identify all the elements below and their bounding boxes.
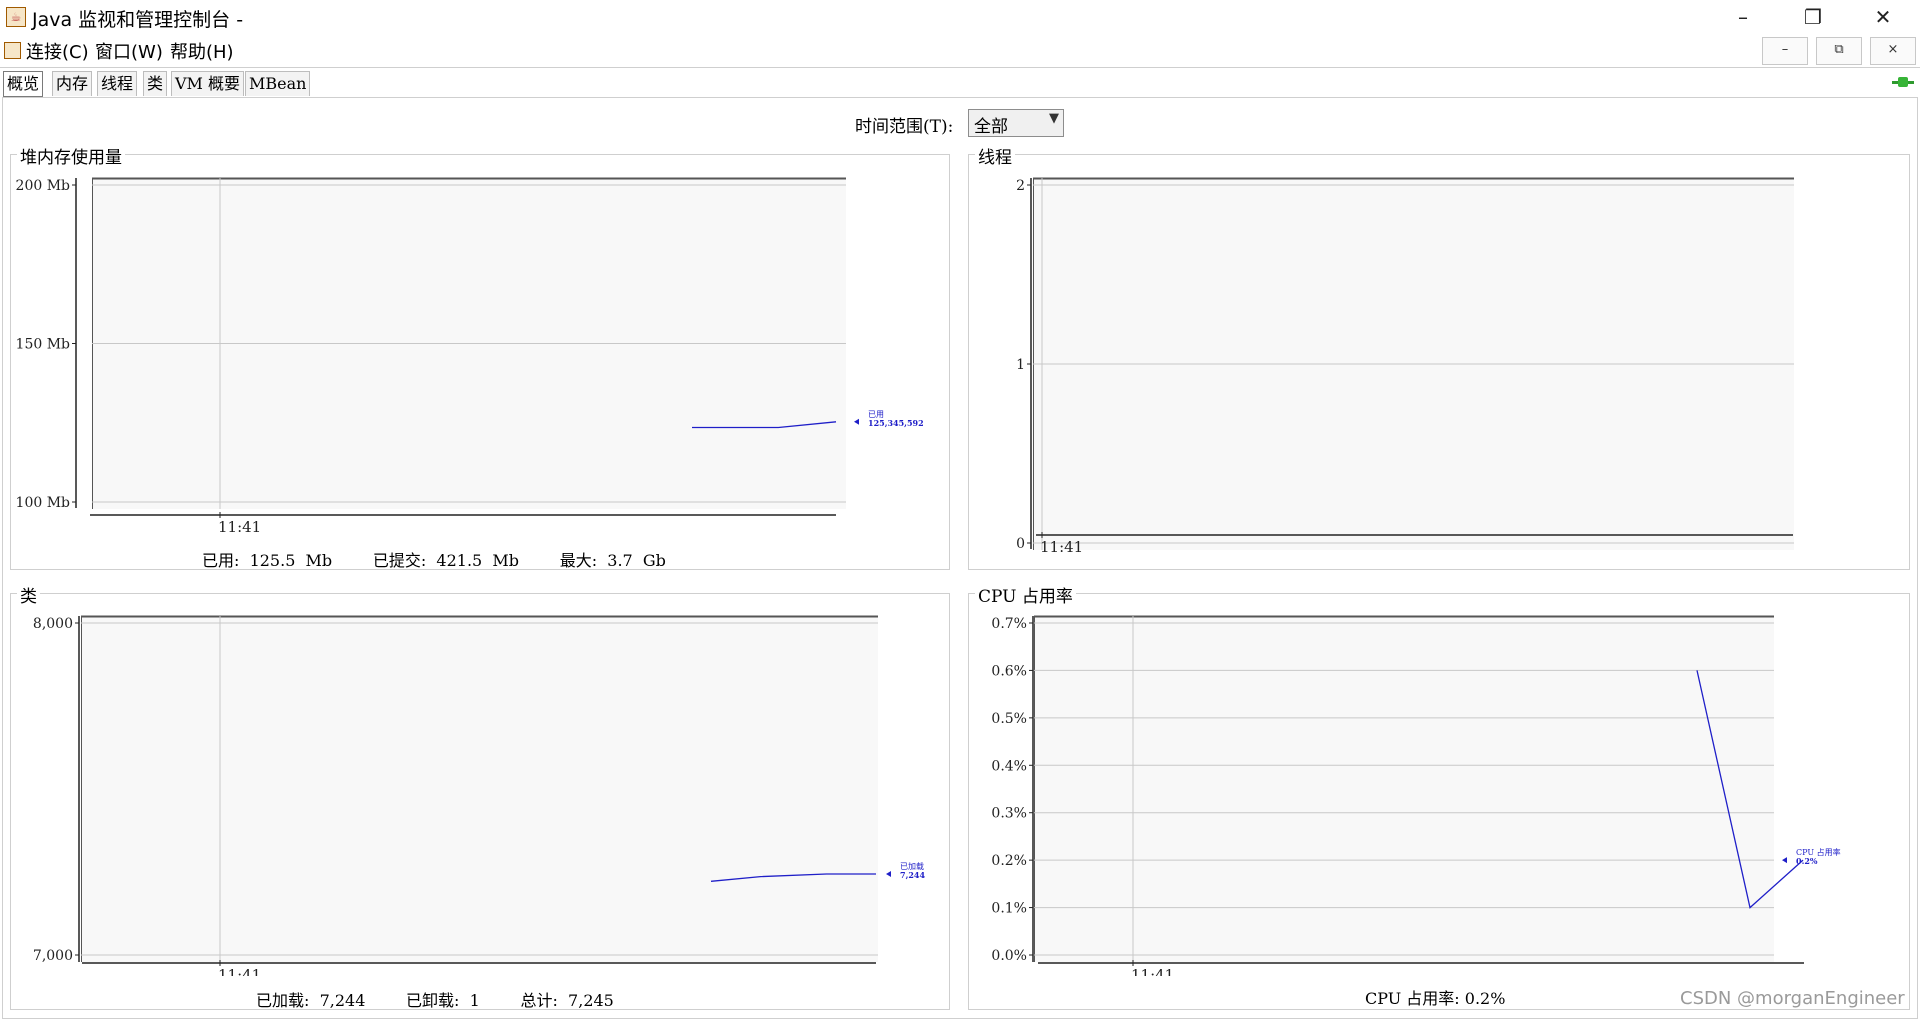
x-tick-label: 11:41 — [1040, 538, 1083, 556]
series-value-label: 125,345,592 — [868, 418, 924, 428]
y-tick-label: 0.7% — [991, 616, 1027, 632]
y-tick-label: 200 Mb — [16, 178, 71, 194]
tab-classes[interactable]: 类 — [143, 71, 168, 96]
x-tick-label: 11:41 — [218, 518, 261, 536]
menu-separator — [0, 67, 1920, 68]
menu-help[interactable]: 帮助(H) — [170, 38, 234, 64]
series-value-label: 7,244 — [900, 870, 925, 880]
y-tick-label: 0.6% — [991, 663, 1027, 679]
java-coffee-icon: ☕ — [6, 7, 26, 27]
time-range-label: 时间范围(T): — [855, 117, 954, 137]
heap-summary: 已用: 125.5 Mb 已提交: 421.5 Mb 最大: 3.7 Gb — [202, 551, 666, 570]
classes-chart: 7,0008,00011:41已加载7,244 — [33, 615, 925, 976]
tab-overview[interactable]: 概览 — [3, 71, 44, 97]
threads-chart: 0 1 2 11:41 — [1016, 177, 1794, 556]
tab-memory[interactable]: 内存 — [52, 71, 93, 96]
plot-area — [1034, 616, 1774, 962]
y-tick-label: 0.5% — [991, 711, 1027, 727]
java-menu-icon[interactable] — [4, 42, 21, 59]
window-titlebar: ☕ Java 监视和管理控制台 - – ❐ ✕ — [0, 0, 1920, 34]
x-tick-label: 11:41 — [218, 966, 261, 976]
inner-close-button[interactable]: × — [1870, 37, 1916, 65]
y-tick-label: 100 Mb — [16, 495, 71, 511]
menu-bar — [0, 36, 1920, 66]
heap-memory-chart: 100 Mb150 Mb200 Mb11:41已用125,345,592 — [16, 177, 924, 536]
y-tick-label: 1 — [1016, 357, 1025, 373]
csdn-watermark: CSDN @morganEngineer — [1680, 988, 1905, 1009]
cpu-usage-chart: 0.0%0.1%0.2%0.3%0.4%0.5%0.6%0.7%11:41CPU… — [991, 615, 1841, 976]
connection-status-icon — [1892, 77, 1914, 87]
y-tick-label: 0.4% — [991, 758, 1027, 774]
window-title: Java 监视和管理控制台 - — [32, 9, 244, 31]
time-range-value: 全部 — [974, 117, 1008, 137]
y-tick-label: 0 — [1016, 536, 1025, 552]
tab-threads[interactable]: 线程 — [97, 71, 138, 96]
minimize-button[interactable]: – — [1708, 0, 1778, 34]
inner-minimize-button[interactable]: – — [1762, 37, 1808, 65]
y-tick-label: 7,000 — [33, 948, 73, 964]
y-tick-label: 0.1% — [991, 901, 1027, 917]
series-marker-arrow — [886, 870, 891, 877]
close-button[interactable]: ✕ — [1848, 0, 1918, 34]
y-tick-label: 0.2% — [991, 853, 1027, 869]
time-range-select[interactable]: 全部 ▼ — [968, 109, 1064, 137]
y-tick-label: 150 Mb — [16, 337, 71, 353]
y-tick-label: 0.3% — [991, 806, 1027, 822]
y-tick-label: 8,000 — [33, 616, 73, 632]
menu-connect[interactable]: 连接(C) — [26, 38, 89, 64]
y-tick-label: 2 — [1016, 178, 1025, 194]
y-tick-label: 0.0% — [991, 948, 1027, 964]
menu-window[interactable]: 窗口(W) — [95, 38, 163, 64]
classes-summary: 已加载: 7,244 已卸载: 1 总计: 7,245 — [256, 991, 614, 1010]
series-marker-arrow — [1782, 857, 1787, 864]
inner-restore-button[interactable]: ⧉ — [1816, 37, 1862, 65]
plot-area — [81, 616, 878, 962]
cpu-summary: CPU 占用率: 0.2% — [1365, 989, 1506, 1008]
series-value-label: 0.2% — [1796, 856, 1818, 866]
tab-mbean[interactable]: MBean — [245, 71, 311, 96]
chevron-down-icon: ▼ — [1049, 111, 1059, 126]
tab-vm-summary[interactable]: VM 概要 — [171, 71, 245, 96]
x-tick-label: 11:41 — [1131, 966, 1174, 976]
maximize-button[interactable]: ❐ — [1778, 0, 1848, 34]
series-marker-arrow — [854, 418, 859, 425]
